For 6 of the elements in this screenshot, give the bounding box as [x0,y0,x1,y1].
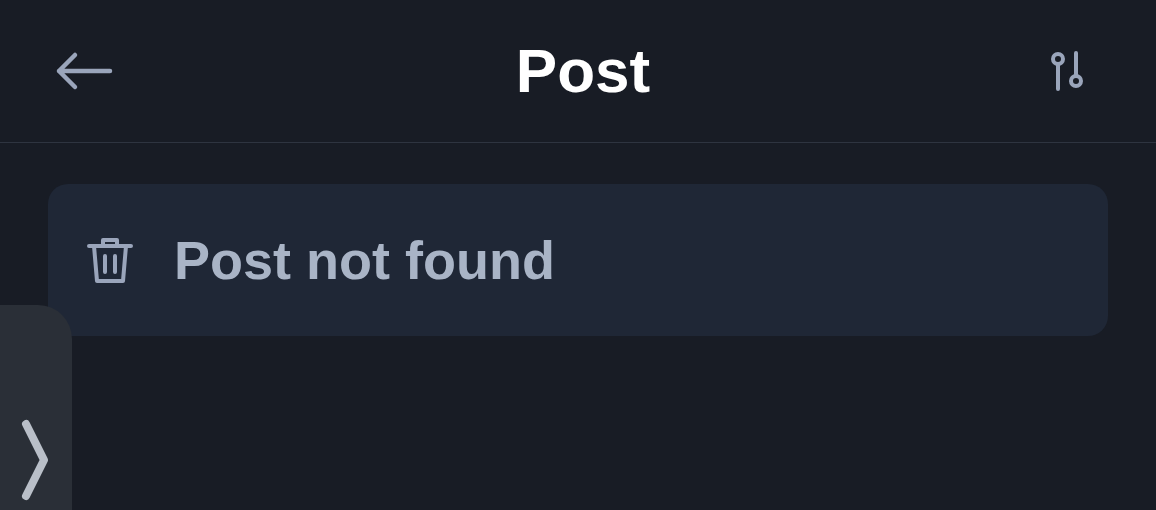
trash-icon [86,235,134,285]
not-found-message: Post not found [174,233,555,287]
page-title: Post [515,40,651,102]
back-arrow-icon [55,51,113,91]
drawer-tab[interactable] [0,305,72,510]
chevron-right-icon [21,419,49,501]
